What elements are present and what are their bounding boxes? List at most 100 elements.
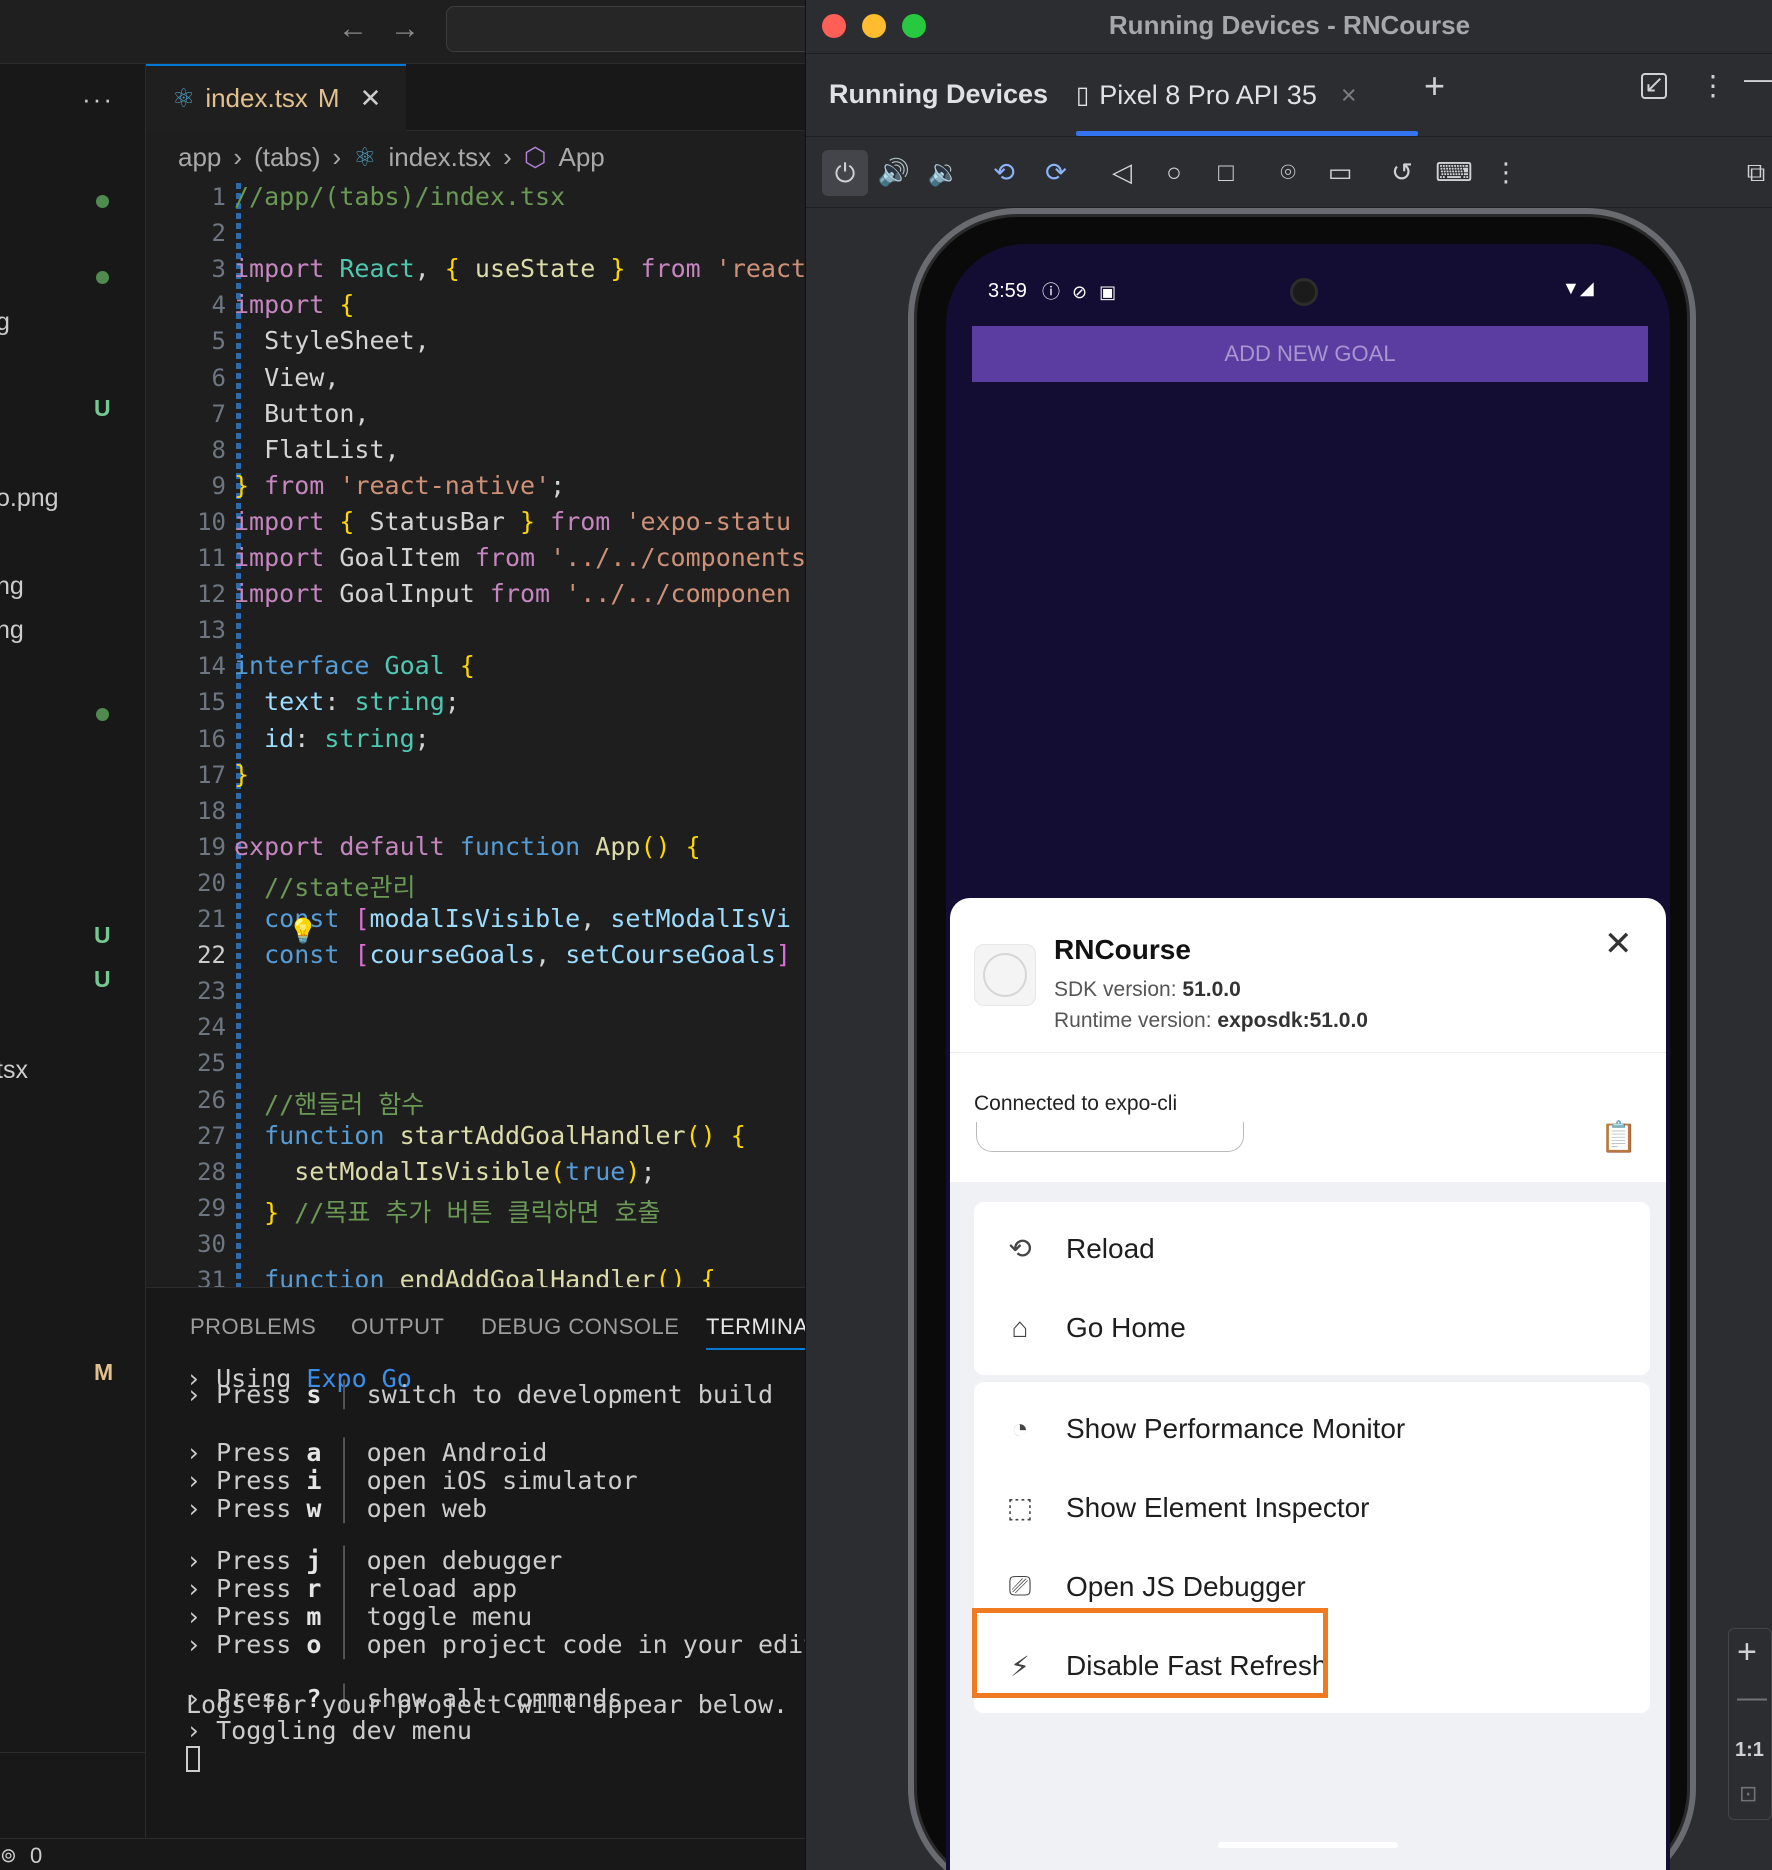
tab-output[interactable]: OUTPUT [351,1314,444,1340]
debugger-monitor-icon: ⎚ [1008,1570,1032,1601]
tab-index-tsx[interactable]: ⚛ index.tsx M ✕ [146,64,406,131]
cube-symbol-icon: ⬡ [523,141,547,172]
active-tab-underline [1076,131,1418,136]
tab-close-icon[interactable]: ✕ [360,83,382,114]
line-number: 10 [197,507,226,536]
breadcrumb: app › (tabs) › ⚛ index.tsx › ⬡ App [146,131,805,183]
git-untracked-badge: U [94,922,111,948]
line-number: 2 [211,219,226,248]
zoom-actual-size[interactable]: 1:1 [1735,1739,1764,1762]
tab-filename: index.tsx [205,83,308,113]
line-number: 13 [197,616,226,645]
tab-git-status: M [317,83,340,113]
breadcrumb-item[interactable]: App [559,142,605,173]
menu-item-label: Go Home [1066,1312,1186,1343]
wifi-signal-icon: ▼◢ [1562,278,1594,298]
explorer-file-item[interactable]: ng [0,572,24,601]
vscode-window: ← → ··· g o.png ng ng tsx U U U M ⚛ inde… [0,0,805,1870]
code-line: import { [234,290,355,320]
clock: 3:59 [988,280,1027,302]
terminal-cursor [186,1746,200,1772]
explorer-file-item[interactable]: g [0,308,10,337]
code-line: View, [264,362,340,392]
reset-icon[interactable]: ↺ [1382,152,1422,192]
line-number: 31 [197,1266,226,1287]
hide-panel-icon[interactable]: — [1744,63,1772,95]
power-icon[interactable]: ⏻ [822,150,868,196]
line-number: 3 [211,255,226,284]
tab-terminal[interactable]: TERMINAL [706,1314,805,1350]
tab-problems[interactable]: PROBLEMS [190,1314,316,1340]
git-untracked-badge: U [94,395,111,421]
server-url-field[interactable] [976,1122,1244,1152]
device-tab-label: Pixel 8 Pro API 35 [1099,79,1317,110]
restore-icon[interactable]: ↙ [1641,73,1667,99]
line-number: 19 [197,832,226,861]
device-mirror-icon[interactable]: ⧉ [1736,152,1772,192]
lightbulb-icon[interactable]: 💡 [288,917,318,945]
breadcrumb-item[interactable]: app [178,142,221,173]
git-modified-dot [96,271,109,284]
keyboard-icon[interactable]: ⌨ [1434,152,1474,192]
code-line: //state관리 [264,872,416,902]
speedometer-icon: ◔ [1011,1412,1029,1444]
tab-close-icon[interactable]: × [1341,80,1357,111]
code-line: //app/(tabs)/index.tsx [234,183,566,211]
zoom-in-icon[interactable]: + [1737,1633,1757,1672]
rotate-right-icon[interactable]: ⟳ [1036,152,1076,192]
explorer-file-item[interactable]: tsx [0,1056,28,1085]
volume-down-icon[interactable]: 🔉 [924,152,964,192]
explorer-file-item[interactable]: ng [0,616,24,645]
terminal-logs-line: Logs for your project will appear below. [186,1690,789,1719]
breadcrumb-item[interactable]: index.tsx [389,142,492,173]
chevron-right-icon: › [503,141,512,172]
sdk-version: SDK version: 51.0.0 [1054,978,1241,1001]
line-number: 14 [197,652,226,681]
tab-debug-console[interactable]: DEBUG CONSOLE [481,1314,679,1340]
explorer-file-item[interactable]: o.png [0,484,59,513]
window-titlebar: Running Devices - RNCourse [806,0,1772,54]
app-name: RNCourse [1054,934,1191,965]
broadcast-icon[interactable]: ⊚ [0,1843,17,1868]
camera-icon[interactable]: ⌾ [1268,152,1308,192]
code-line: Button, [264,398,370,428]
forward-arrow-icon[interactable]: → [390,12,420,46]
clipboard-icon[interactable]: 📋 [1600,1120,1637,1155]
toolbar-more-icon[interactable]: ⋮ [1486,152,1526,192]
code-line: text: string; [234,687,460,717]
more-actions-icon[interactable]: ··· [82,84,114,115]
add-new-goal-button[interactable]: ADD NEW GOAL [972,326,1648,382]
command-center-search[interactable] [446,6,805,52]
volume-up-icon[interactable]: 🔊 [874,152,914,192]
breadcrumb-item[interactable]: (tabs) [254,142,320,173]
line-number: 1 [211,183,226,211]
git-modified-dot [96,195,109,208]
terminal-command-hint: › Press i │ open iOS simulator [186,1466,638,1495]
terminal-command-hint: › Press j │ open debugger [186,1546,563,1575]
close-icon[interactable]: ✕ [1604,924,1633,964]
line-number: 9 [211,471,226,500]
record-video-icon[interactable]: ▭ [1320,152,1360,192]
zoom-out-icon[interactable]: — [1737,1681,1767,1715]
code-line: import { StatusBar } from 'expo-statu [234,506,792,536]
back-arrow-icon[interactable]: ← [338,12,368,46]
gesture-bar[interactable] [1218,1842,1398,1848]
emulator-toolbar: ⏻ 🔊 🔉 ⟲ ⟳ ◁ ○ □ ⌾ ▭ ↺ ⌨ ⋮ ⧉ [806,138,1772,208]
code-editor[interactable]: 1 2 3 4 5 6 7 8 9 10 11 12 13 14 15 16 17 18 19 20 21 22 23 24 2… [146,183,805,1287]
back-icon[interactable]: ◁ [1102,152,1142,192]
add-device-icon[interactable]: + [1424,65,1445,107]
home-icon[interactable]: ○ [1154,152,1194,192]
zoom-fit-icon[interactable]: ⊡ [1739,1781,1757,1807]
phone-frame: 3:59 ⓘ⊘▣ ▼◢ ADD NEW GOAL RNCourse SDK ve… [908,208,1696,1870]
phone-screen[interactable]: 3:59 ⓘ⊘▣ ▼◢ ADD NEW GOAL RNCourse SDK ve… [946,244,1670,1870]
sidebar-divider [0,1752,145,1753]
overview-icon[interactable]: □ [1206,152,1246,192]
more-options-icon[interactable]: ⋮ [1699,69,1727,102]
rotate-left-icon[interactable]: ⟲ [984,152,1024,192]
device-tab[interactable]: ▯ Pixel 8 Pro API 35 × [1076,73,1357,117]
terminal-logs-hint: Pre [788,1690,805,1719]
line-number: 21 [197,905,226,933]
code-line: setModalIsVisible(true); [294,1156,656,1186]
code-line: interface Goal { [234,651,475,681]
go-home-button[interactable]: ⌂ Go Home [974,1281,1650,1375]
